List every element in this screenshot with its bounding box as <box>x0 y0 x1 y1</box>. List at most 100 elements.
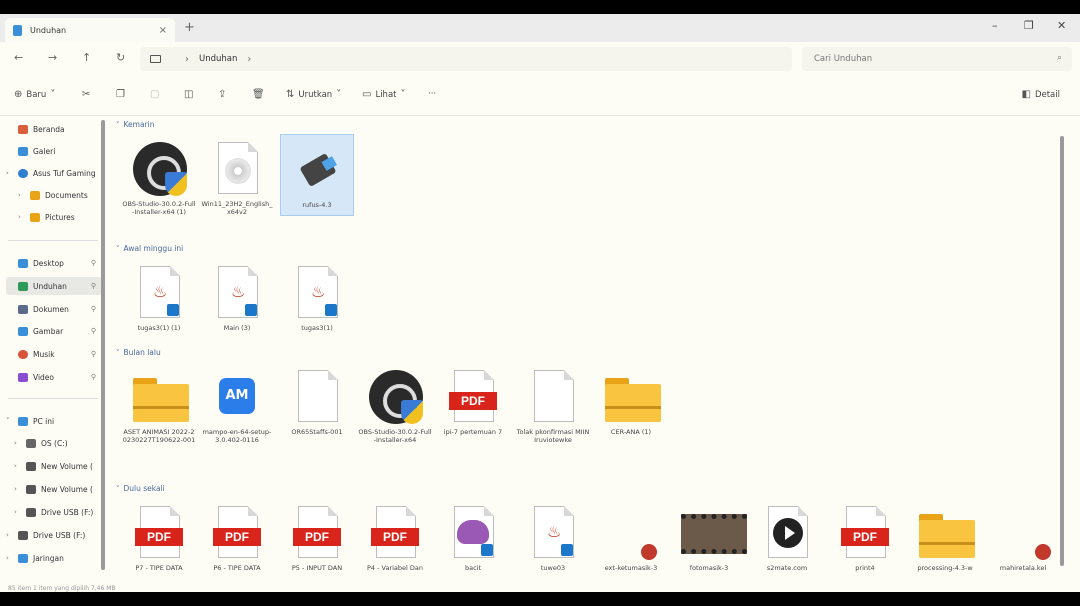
details-button[interactable]: ◧ Detail <box>1022 89 1061 100</box>
sidebar-item-musik[interactable]: Musik ⚲ <box>6 345 102 363</box>
sidebar-item-os-c[interactable]: › OS (C:) <box>14 434 102 452</box>
more-options-button[interactable]: ··· <box>428 89 436 99</box>
file-name: ipi-7 pertemuan 7 <box>443 428 503 436</box>
blank-file-icon <box>298 370 338 422</box>
usb-drive-icon <box>26 507 36 517</box>
navigation-pane: Beranda Galeri › Asus Tuf Gaming › Documen… <box>0 116 105 592</box>
file-item[interactable]: OR65Staffs-001 <box>280 362 354 472</box>
sidebar-item-desktop[interactable]: Desktop ⚲ <box>6 254 102 272</box>
rename-icon[interactable]: ◫ <box>184 89 193 100</box>
file-item[interactable]: ♨ Main (3) <box>200 258 274 340</box>
forward-button[interactable]: → <box>48 51 57 64</box>
group-header-dulu-sekali[interactable]: ˅ Dulu sekali <box>116 484 165 493</box>
sidebar-item-new-volume-d[interactable]: › New Volume ( <box>14 457 102 475</box>
back-button[interactable]: ← <box>14 51 23 64</box>
sidebar-item-onedrive[interactable]: › Asus Tuf Gaming <box>6 164 102 182</box>
sidebar-item-unduhan[interactable]: Unduhan ⚲ <box>6 277 102 295</box>
file-item[interactable]: PDF P5 - INPUT DAN <box>280 498 354 580</box>
sidebar-item-galeri[interactable]: Galeri <box>6 142 102 160</box>
sidebar-scrollbar[interactable] <box>101 120 105 570</box>
sidebar-item-jaringan[interactable]: › Jaringan <box>6 549 102 567</box>
file-item[interactable]: PDF P4 - Variabel Dan <box>358 498 432 580</box>
tab-bar: Unduhan × + – ❐ ✕ <box>0 14 1080 42</box>
file-item[interactable]: mahiretala.kel <box>986 498 1060 580</box>
file-item[interactable]: bacit <box>436 498 510 580</box>
file-item[interactable]: ♨ tugas3(1) <box>280 258 354 340</box>
maximize-button[interactable]: ❐ <box>1024 19 1034 32</box>
search-box[interactable]: Cari Unduhan ⌕ <box>802 47 1072 71</box>
close-tab-icon[interactable]: × <box>159 25 167 36</box>
pdf-icon: PDF <box>449 392 497 410</box>
content-scrollbar[interactable] <box>1060 136 1064 566</box>
sidebar-item-new-volume-e[interactable]: › New Volume ( <box>14 480 102 498</box>
file-item[interactable]: PDF P7 - TIPE DATA <box>122 498 196 580</box>
cut-icon[interactable]: ✂ <box>82 89 90 100</box>
sidebar-item-drive-usb-2[interactable]: › Drive USB (F:) <box>6 526 102 544</box>
up-button[interactable]: ↑ <box>82 51 91 64</box>
sidebar-label: Unduhan <box>33 281 67 291</box>
share-icon[interactable]: ⇪ <box>218 89 226 100</box>
file-item[interactable]: OBS-Studio-30.0.2-Full-Installer-x64 (1) <box>122 134 196 216</box>
file-item[interactable]: PDF P6 - TIPE DATA <box>200 498 274 580</box>
view-button[interactable]: ▭ Lihat ˅ <box>362 89 405 100</box>
file-item-selected[interactable]: rufus-4.3 <box>280 134 354 216</box>
sidebar-item-beranda[interactable]: Beranda <box>6 120 102 138</box>
file-item[interactable]: ♨ tuwe03 <box>516 498 590 580</box>
sidebar-item-video[interactable]: Video ⚲ <box>6 368 102 386</box>
paste-icon[interactable]: ▢ <box>150 89 159 100</box>
file-item[interactable]: PDF print4 <box>828 498 902 580</box>
file-item[interactable]: OBS-Studio-30.0.2-Full-Installer-x64 <box>358 362 432 472</box>
sidebar-item-gambar[interactable]: Gambar ⚲ <box>6 322 102 340</box>
file-item[interactable]: fotomasik-3 <box>672 498 747 580</box>
file-item[interactable]: ♨ tugas3(1) (1) <box>122 258 196 340</box>
breadcrumb-unduhan[interactable]: Unduhan <box>199 54 237 64</box>
download-icon <box>18 281 28 291</box>
status-bar: 85 item 1 item yang dipilih 7,46 MB <box>8 585 116 592</box>
chevron-down-icon: ˅ <box>116 244 120 253</box>
group-header-kemarin[interactable]: ˅ Kemarin <box>116 120 154 129</box>
file-item[interactable]: ext-ketumasik-3 <box>594 498 668 580</box>
file-name: print4 <box>855 564 875 572</box>
new-tab-button[interactable]: + <box>184 20 195 35</box>
new-button[interactable]: ⊕ Baru ˅ <box>14 89 55 100</box>
file-item[interactable]: PDF ipi-7 pertemuan 7 <box>436 362 510 472</box>
close-window-button[interactable]: ✕ <box>1057 19 1066 32</box>
sort-icon: ⇅ <box>286 89 295 100</box>
file-item[interactable]: ASET ANIMASI 2022-20230227T190622-001 <box>122 362 196 472</box>
drive-icon <box>26 484 36 494</box>
gallery-icon <box>18 146 28 156</box>
minimize-button[interactable]: – <box>992 19 998 32</box>
uac-shield-icon <box>401 400 423 424</box>
group-header-awal-minggu-ini[interactable]: ˅ Awal minggu ini <box>116 244 183 253</box>
vscode-badge-icon <box>561 544 573 556</box>
file-item[interactable]: Tolak pkonfirmasi MIINIruviotewke <box>516 362 590 472</box>
file-item[interactable]: Win11_23H2_English_x64v2 <box>200 134 274 216</box>
delete-icon[interactable]: 🗑 <box>252 89 265 100</box>
file-name: OBS-Studio-30.0.2-Full-Installer-x64 <box>358 428 432 444</box>
refresh-button[interactable]: ↻ <box>116 51 125 64</box>
video-thumbnail-icon <box>681 514 747 554</box>
sort-button[interactable]: ⇅ Urutkan ˅ <box>286 89 341 100</box>
search-icon: ⌕ <box>1056 53 1062 63</box>
tab-unduhan[interactable]: Unduhan × <box>5 18 175 42</box>
group-header-bulan-lalu[interactable]: ˅ Bulan lalu <box>116 348 161 357</box>
file-name: tuwe03 <box>540 564 566 572</box>
file-item[interactable]: s2mate.com <box>750 498 824 580</box>
group-label: Bulan lalu <box>123 348 161 357</box>
copy-icon[interactable]: ❐ <box>116 89 125 100</box>
breadcrumb-chevron[interactable]: › <box>247 54 251 65</box>
sidebar-item-drive-usb[interactable]: › Drive USB (F:) <box>14 503 102 521</box>
sidebar-item-pc-ini[interactable]: ˅ PC ini <box>6 412 102 430</box>
sidebar-label: Video <box>33 372 55 382</box>
pdf-icon: PDF <box>135 528 183 546</box>
address-bar[interactable]: › Unduhan › <box>140 47 792 71</box>
video-icon <box>18 372 28 382</box>
file-name: CER-ANA (1) <box>610 428 652 436</box>
sidebar-item-dokumen[interactable]: Dokumen ⚲ <box>6 300 102 318</box>
file-item[interactable]: CER-ANA (1) <box>594 362 668 472</box>
sidebar-item-documents[interactable]: › Documents <box>18 186 102 204</box>
sidebar-item-pictures[interactable]: › Pictures <box>18 208 102 226</box>
file-item[interactable]: processing-4.3-w <box>908 498 982 580</box>
file-name: P7 - TIPE DATA <box>135 564 183 572</box>
file-item[interactable]: AM mampo-en-64-setup-3.0.402-0116 <box>200 362 274 472</box>
